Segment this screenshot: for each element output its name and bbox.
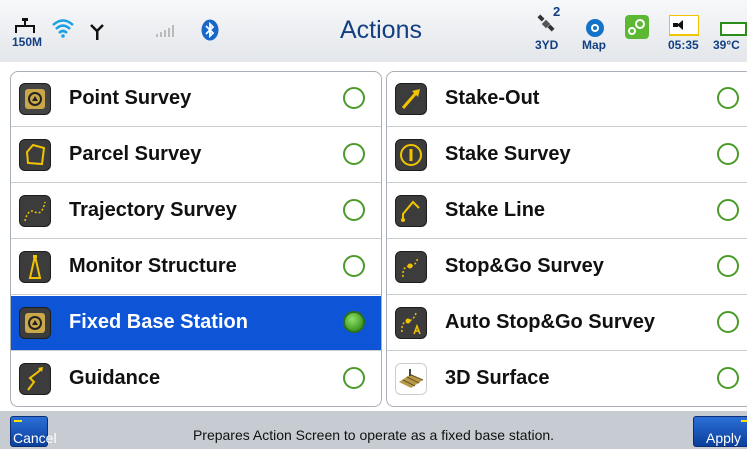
gnss-mode: 3YD (535, 38, 559, 52)
status-bar: 150M Actions 2 3YD Map 05:35 39°C (0, 0, 747, 62)
parcel-survey-icon (19, 139, 51, 171)
temperature: 39°C (713, 38, 740, 52)
fixed-base-station-icon (19, 307, 51, 339)
action-parcel-survey[interactable]: Parcel Survey (11, 128, 381, 183)
action-fixed-base-station[interactable]: Fixed Base Station (11, 296, 381, 351)
radio-button[interactable] (343, 199, 365, 221)
3d-surface-icon (395, 363, 427, 395)
monitor-structure-icon (19, 251, 51, 283)
radio-button[interactable] (343, 87, 365, 109)
action-guidance[interactable]: Guidance (11, 352, 381, 406)
action-stake-survey[interactable]: Stake Survey (387, 128, 747, 183)
stake-out-icon (395, 83, 427, 115)
signal-bars-icon (156, 24, 178, 42)
action-stake-line[interactable]: Stake Line (387, 184, 747, 239)
wifi-icon (52, 18, 74, 43)
bluetooth-icon (201, 19, 219, 46)
action-3d-surface[interactable]: 3D Surface (387, 352, 747, 406)
satellite-icon (536, 14, 556, 39)
radio-button[interactable] (343, 367, 365, 389)
auto-stop-go-survey-icon (395, 307, 427, 339)
action-label: Guidance (69, 367, 161, 389)
settings-icon[interactable] (625, 15, 649, 44)
radio-button[interactable] (717, 311, 739, 333)
action-label: Stake Survey (445, 143, 571, 165)
page-title: Actions (340, 16, 422, 44)
network-label: 150M (12, 35, 43, 49)
action-trajectory-survey[interactable]: Trajectory Survey (11, 184, 381, 239)
guidance-icon (19, 363, 51, 395)
action-label: Point Survey (69, 87, 192, 109)
action-auto-stop-go-survey[interactable]: Auto Stop&Go Survey (387, 296, 747, 351)
map-label: Map (582, 38, 606, 52)
radio-button[interactable] (343, 255, 365, 277)
action-label: Stake-Out (445, 87, 540, 109)
bottom-bar: Cancel Prepares Action Screen to operate… (0, 411, 747, 449)
action-label: Stake Line (445, 199, 546, 221)
action-point-survey[interactable]: Point Survey (11, 72, 381, 127)
action-label: Stop&Go Survey (445, 255, 604, 277)
action-label: 3D Surface (445, 367, 550, 389)
antenna-icon (90, 24, 104, 45)
stop-go-survey-icon (395, 251, 427, 283)
radio-button[interactable] (343, 143, 365, 165)
action-label: Fixed Base Station (69, 311, 248, 333)
stake-survey-icon (395, 139, 427, 171)
action-stake-out[interactable]: Stake-Out (387, 72, 747, 127)
action-label: Monitor Structure (69, 255, 237, 277)
point-survey-icon (19, 83, 51, 115)
radio-button[interactable] (717, 255, 739, 277)
clock-time: 05:35 (668, 38, 699, 52)
radio-button[interactable] (717, 143, 739, 165)
action-label: Trajectory Survey (69, 199, 237, 221)
trajectory-survey-icon (19, 195, 51, 227)
actions-grid: Point Survey Parcel Survey Trajectory Su… (0, 62, 747, 411)
radio-button[interactable] (717, 367, 739, 389)
action-label: Parcel Survey (69, 143, 202, 165)
radio-button-selected[interactable] (343, 311, 365, 333)
action-monitor-structure[interactable]: Monitor Structure (11, 240, 381, 295)
action-label: Auto Stop&Go Survey (445, 311, 656, 333)
apply-button[interactable]: Apply (693, 416, 747, 447)
radio-button[interactable] (717, 199, 739, 221)
actions-right-panel: Stake-Out Stake Survey Stake Line Stop&G… (386, 71, 747, 407)
stake-line-icon (395, 195, 427, 227)
action-stop-go-survey[interactable]: Stop&Go Survey (387, 240, 747, 295)
hint-text: Prepares Action Screen to operate as a f… (192, 427, 555, 443)
radio-button[interactable] (717, 87, 739, 109)
actions-left-panel: Point Survey Parcel Survey Trajectory Su… (10, 71, 382, 407)
